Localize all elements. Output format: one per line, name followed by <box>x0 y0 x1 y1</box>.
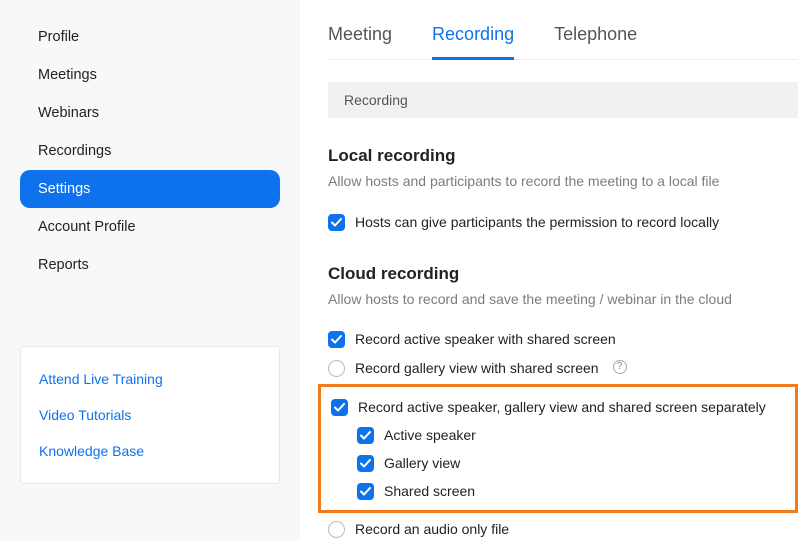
sidebar-item-profile[interactable]: Profile <box>20 18 280 56</box>
sub-option-gallery-view[interactable]: Gallery view <box>357 449 789 477</box>
tab-meeting[interactable]: Meeting <box>328 18 392 59</box>
option-label: Gallery view <box>384 454 460 472</box>
option-label: Active speaker <box>384 426 476 444</box>
option-label: Record active speaker, gallery view and … <box>358 398 766 416</box>
checkbox-icon <box>331 399 348 416</box>
option-label: Shared screen <box>384 482 475 500</box>
option-label: Record an audio only file <box>355 520 509 538</box>
settings-tabs: Meeting Recording Telephone <box>328 18 798 60</box>
option-label: Record active speaker with shared screen <box>355 330 616 348</box>
option-record-separately[interactable]: Record active speaker, gallery view and … <box>331 393 789 421</box>
sidebar-item-recordings[interactable]: Recordings <box>20 132 280 170</box>
sidebar-item-settings[interactable]: Settings <box>20 170 280 208</box>
option-hosts-give-permission[interactable]: Hosts can give participants the permissi… <box>328 208 798 236</box>
checkbox-icon <box>328 331 345 348</box>
sidebar-item-account-profile[interactable]: Account Profile <box>20 208 280 246</box>
checkbox-icon <box>357 427 374 444</box>
section-header-recording: Recording <box>328 82 798 118</box>
group-cloud-recording: Cloud recording Allow hosts to record an… <box>328 264 798 541</box>
option-record-gallery-shared[interactable]: Record gallery view with shared screen ? <box>328 354 798 382</box>
local-recording-title: Local recording <box>328 146 798 166</box>
sub-option-active-speaker[interactable]: Active speaker <box>357 421 789 449</box>
option-label: Hosts can give participants the permissi… <box>355 213 719 231</box>
cloud-recording-desc: Allow hosts to record and save the meeti… <box>328 290 798 310</box>
tab-telephone[interactable]: Telephone <box>554 18 637 59</box>
sidebar: Profile Meetings Webinars Recordings Set… <box>0 0 300 541</box>
option-record-active-shared[interactable]: Record active speaker with shared screen <box>328 325 798 353</box>
group-local-recording: Local recording Allow hosts and particip… <box>328 146 798 236</box>
sub-option-shared-screen[interactable]: Shared screen <box>357 477 789 505</box>
sidebar-item-webinars[interactable]: Webinars <box>20 94 280 132</box>
cloud-recording-title: Cloud recording <box>328 264 798 284</box>
link-knowledge-base[interactable]: Knowledge Base <box>39 437 261 473</box>
option-label: Record gallery view with shared screen <box>355 359 599 377</box>
tab-recording[interactable]: Recording <box>432 18 514 59</box>
option-audio-only[interactable]: Record an audio only file <box>328 515 798 541</box>
highlight-box: Record active speaker, gallery view and … <box>318 384 798 513</box>
checkbox-icon <box>328 214 345 231</box>
checkbox-icon <box>357 455 374 472</box>
sidebar-item-reports[interactable]: Reports <box>20 246 280 284</box>
link-video-tutorials[interactable]: Video Tutorials <box>39 401 261 437</box>
main-content: Meeting Recording Telephone Recording Lo… <box>300 0 800 541</box>
radio-unchecked-icon <box>328 360 345 377</box>
help-icon[interactable]: ? <box>613 360 627 374</box>
local-recording-desc: Allow hosts and participants to record t… <box>328 172 798 192</box>
link-attend-live-training[interactable]: Attend Live Training <box>39 365 261 401</box>
help-links-box: Attend Live Training Video Tutorials Kno… <box>20 346 280 484</box>
radio-unchecked-icon <box>328 521 345 538</box>
checkbox-icon <box>357 483 374 500</box>
sidebar-item-meetings[interactable]: Meetings <box>20 56 280 94</box>
